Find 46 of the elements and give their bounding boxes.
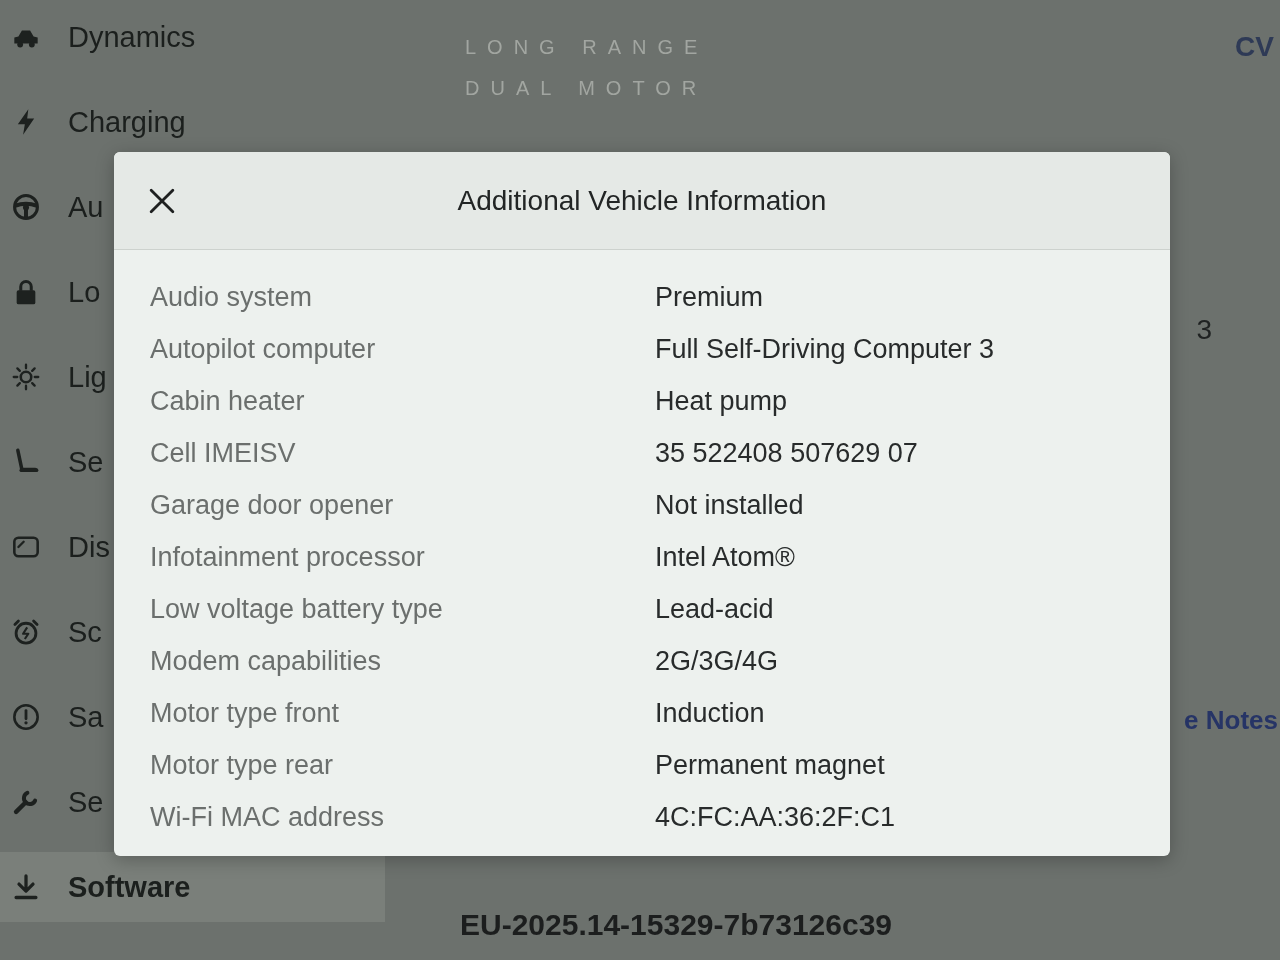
info-value: Full Self-Driving Computer 3 bbox=[655, 333, 995, 365]
value-text: 3 bbox=[1196, 313, 1212, 347]
sidebar-item[interactable]: Lig bbox=[0, 342, 107, 412]
info-value: Not installed bbox=[655, 489, 804, 521]
info-label: Autopilot computer bbox=[150, 333, 376, 365]
steering-wheel-icon bbox=[12, 193, 40, 221]
info-label: Garage door opener bbox=[150, 489, 394, 521]
sidebar-item[interactable]: Dis bbox=[0, 512, 110, 582]
software-version: EU-2025.14-15329-7b73126c39 bbox=[460, 907, 892, 943]
info-label: Cabin heater bbox=[150, 385, 305, 417]
close-icon bbox=[149, 187, 175, 214]
sidebar-item[interactable]: Lo bbox=[0, 257, 101, 327]
info-label: Low voltage battery type bbox=[150, 593, 443, 625]
dialog-title: Additional Vehicle Information bbox=[457, 184, 827, 217]
sidebar-item[interactable]: Sa bbox=[0, 682, 104, 752]
info-value: 4C:FC:AA:36:2F:C1 bbox=[655, 801, 896, 833]
sun-icon bbox=[12, 363, 40, 391]
display-icon bbox=[12, 533, 40, 561]
sidebar-item[interactable]: Charging bbox=[0, 87, 186, 157]
info-label: Modem capabilities bbox=[150, 645, 382, 677]
wrench-icon bbox=[12, 788, 40, 816]
info-value: Induction bbox=[655, 697, 765, 729]
corner-text: CV bbox=[1235, 30, 1274, 64]
info-label: Wi-Fi MAC address bbox=[150, 801, 385, 833]
info-label: Cell IMEISV bbox=[150, 437, 296, 469]
info-label: Audio system bbox=[150, 281, 313, 313]
info-label: Motor type rear bbox=[150, 749, 334, 781]
sidebar-item[interactable]: Se bbox=[0, 427, 104, 497]
info-value: 2G/3G/4G bbox=[655, 645, 779, 677]
sidebar-item[interactable]: Sc bbox=[0, 597, 102, 667]
info-value: Intel Atom® bbox=[655, 541, 795, 573]
info-value: Permanent magnet bbox=[655, 749, 885, 781]
info-value: Lead-acid bbox=[655, 593, 774, 625]
info-value: Premium bbox=[655, 281, 763, 313]
sidebar-item[interactable]: Software bbox=[0, 852, 385, 922]
sidebar-item[interactable]: Au bbox=[0, 172, 104, 242]
info-label: Motor type front bbox=[150, 697, 340, 729]
info-value: Heat pump bbox=[655, 385, 788, 417]
release-notes-link[interactable]: e Notes bbox=[1184, 703, 1278, 737]
sidebar-item[interactable]: Se bbox=[0, 767, 104, 837]
info-label: Infotainment processor bbox=[150, 541, 425, 573]
alert-circle-icon bbox=[12, 703, 40, 731]
download-icon bbox=[12, 873, 40, 901]
info-value: 35 522408 507629 07 bbox=[655, 437, 918, 469]
alarm-clock-icon bbox=[12, 618, 40, 646]
sidebar-item[interactable]: Dynamics bbox=[0, 2, 196, 72]
